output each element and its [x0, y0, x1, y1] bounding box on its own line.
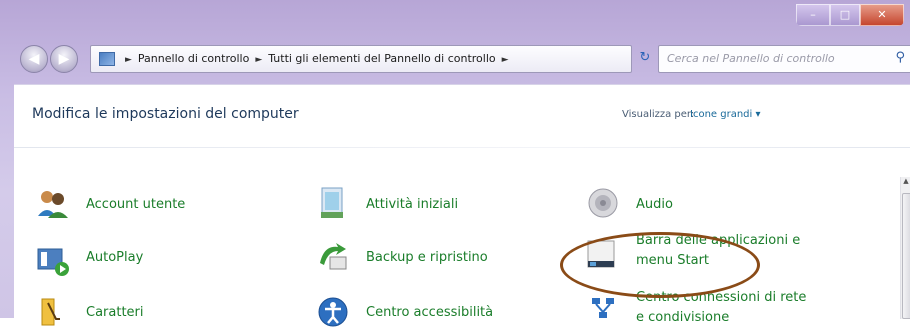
forward-button[interactable]: ▶	[50, 45, 78, 73]
breadcrumb-item-tutti[interactable]: Tutti gli elementi del Pannello di contr…	[268, 52, 495, 65]
main-content: Modifica le impostazioni del computer Vi…	[14, 84, 910, 327]
window-controls: – □ ✕	[796, 4, 904, 26]
network-icon	[592, 298, 614, 318]
address-bar[interactable]: ► Pannello di controllo ► Tutti gli element…	[90, 45, 701, 73]
item-attivita-iniziali[interactable]: Attività iniziali	[316, 186, 556, 226]
accessibility-icon	[318, 297, 348, 327]
item-account-utente[interactable]: Account utente	[36, 188, 276, 228]
page-title: Modifica le impostazioni del computer	[32, 106, 299, 122]
item-caratteri[interactable]: Caratteri	[36, 295, 276, 335]
maximize-button[interactable]: □	[830, 4, 860, 26]
highlight-circle	[560, 232, 760, 298]
view-by-label: Visualizza per:	[622, 109, 695, 120]
item-backup-ripristino[interactable]: Backup e ripristino	[316, 239, 556, 279]
breadcrumb-arrow-icon[interactable]: ►	[125, 55, 132, 65]
breadcrumb: ► Pannello di controllo ► Tutti gli element…	[121, 46, 515, 72]
back-button[interactable]: ◀	[20, 45, 48, 73]
refresh-icon[interactable]: ↻	[632, 45, 658, 71]
fonts-icon	[41, 298, 60, 326]
item-autoplay[interactable]: AutoPlay	[36, 243, 276, 283]
scrollbar-thumb[interactable]	[902, 193, 910, 319]
breadcrumb-arrow-icon[interactable]: ►	[502, 55, 509, 65]
backup-icon	[320, 243, 347, 270]
speaker-icon	[588, 188, 618, 218]
item-centro-accessibilita[interactable]: Centro accessibilità	[316, 295, 556, 335]
autoplay-icon	[37, 248, 69, 276]
minimize-button[interactable]: –	[796, 4, 830, 26]
vertical-scrollbar[interactable]: ▲	[900, 177, 910, 319]
search-input[interactable]: Cerca nel Pannello di controllo ⚲	[658, 45, 910, 73]
close-button[interactable]: ✕	[860, 4, 904, 26]
users-icon	[38, 191, 68, 218]
breadcrumb-arrow-icon[interactable]: ►	[255, 55, 262, 65]
search-icon[interactable]: ⚲	[895, 50, 905, 65]
navigation-bar: ◀ ▶ ► Pannello di controllo ► Tutti gli ele…	[14, 40, 910, 80]
getting-started-icon	[321, 187, 343, 218]
header-divider	[14, 147, 910, 148]
control-panel-icon	[99, 52, 115, 66]
view-by-dropdown[interactable]: Icone grandi ▾	[690, 109, 760, 120]
breadcrumb-item-pannello[interactable]: Pannello di controllo	[138, 52, 249, 65]
scroll-up-icon[interactable]: ▲	[901, 177, 910, 191]
item-audio[interactable]: Audio	[586, 186, 786, 226]
